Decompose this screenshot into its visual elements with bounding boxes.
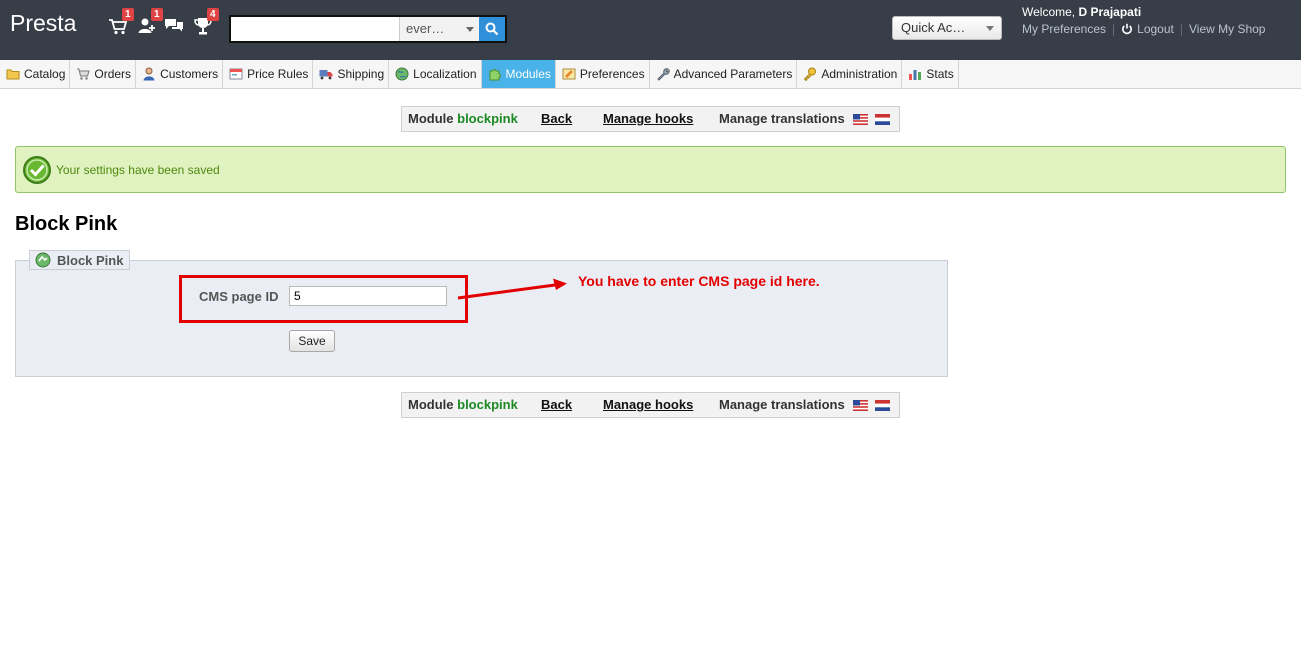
tab-label: Localization bbox=[413, 67, 477, 81]
search-icon bbox=[485, 22, 499, 36]
save-button[interactable]: Save bbox=[289, 330, 335, 352]
user-name: D Prajapati bbox=[1078, 5, 1142, 19]
chevron-down-icon bbox=[466, 27, 474, 32]
person-icon bbox=[143, 67, 155, 81]
page-title: Block Pink bbox=[15, 213, 118, 235]
my-preferences-link[interactable]: My Preferences bbox=[1022, 22, 1106, 36]
module-title: Module blockpink bbox=[408, 107, 518, 131]
messages-notification[interactable] bbox=[164, 16, 186, 38]
legend-label: Block Pink bbox=[57, 252, 124, 268]
search-button[interactable] bbox=[479, 17, 505, 41]
trophy-notification[interactable]: 4 bbox=[193, 8, 219, 38]
main-menu-tabs: Catalog Orders Customers Price Rules Shi… bbox=[0, 60, 1301, 89]
wrench-icon bbox=[656, 68, 670, 81]
trophy-badge: 4 bbox=[207, 8, 219, 21]
settings-icon bbox=[562, 68, 576, 80]
module-toolbar-bottom: Module blockpink Back Manage hooks Manag… bbox=[401, 392, 900, 418]
tab-administration[interactable]: Administration bbox=[797, 60, 903, 88]
logout-link[interactable]: Logout bbox=[1121, 22, 1174, 36]
tab-label: Stats bbox=[926, 67, 954, 81]
module-name: blockpink bbox=[457, 397, 518, 412]
search-bar: ever… bbox=[229, 15, 507, 43]
fieldset-legend: Block Pink bbox=[29, 250, 131, 270]
quick-access-select[interactable]: Quick Ac… bbox=[892, 16, 1002, 40]
divider: | bbox=[1179, 22, 1183, 36]
power-icon bbox=[1122, 23, 1133, 35]
logout-label: Logout bbox=[1137, 22, 1174, 36]
annotation-highlight-box bbox=[179, 275, 468, 323]
manage-translations-label: Manage translations bbox=[719, 111, 845, 126]
key-icon bbox=[804, 67, 817, 81]
puzzle-icon bbox=[489, 69, 501, 81]
tab-label: Administration bbox=[821, 67, 898, 81]
manage-hooks-link[interactable]: Manage hooks bbox=[603, 393, 693, 417]
annotation-text: You have to enter CMS page id here. bbox=[578, 273, 820, 289]
orders-badge: 1 bbox=[122, 8, 134, 21]
cart-icon bbox=[77, 68, 91, 80]
shop-brand[interactable]: Presta bbox=[10, 10, 76, 37]
tab-orders[interactable]: Orders bbox=[70, 60, 137, 88]
customers-badge: 1 bbox=[151, 8, 163, 21]
tab-customers[interactable]: Customers bbox=[136, 60, 224, 88]
welcome-text: Welcome, D Prajapati bbox=[1022, 5, 1141, 19]
price-tag-icon bbox=[229, 68, 243, 80]
tab-label: Price Rules bbox=[247, 67, 309, 81]
tab-shipping[interactable]: Shipping bbox=[313, 60, 390, 88]
checkmark-icon bbox=[23, 156, 51, 184]
view-my-shop-link[interactable]: View My Shop bbox=[1189, 22, 1265, 36]
tab-advanced-parameters[interactable]: Advanced Parameters bbox=[650, 60, 798, 88]
admin-header: Presta 1 1 4 ever… Quick Ac… Welcome, D … bbox=[0, 0, 1301, 60]
success-alert: Your settings have been saved bbox=[15, 146, 1286, 193]
bar-chart-icon bbox=[909, 70, 922, 80]
module-label: Module bbox=[408, 111, 454, 126]
orders-notification[interactable]: 1 bbox=[108, 8, 134, 38]
tab-price-rules[interactable]: Price Rules bbox=[223, 60, 314, 88]
search-scope-value: ever… bbox=[406, 21, 445, 36]
divider: | bbox=[1112, 22, 1116, 36]
quick-access-label: Quick Ac… bbox=[901, 20, 966, 35]
module-name: blockpink bbox=[457, 111, 518, 126]
tab-label: Shipping bbox=[337, 67, 385, 81]
tab-localization[interactable]: Localization bbox=[389, 60, 482, 88]
tab-modules[interactable]: Modules bbox=[481, 60, 556, 88]
welcome-prefix: Welcome, bbox=[1022, 5, 1076, 19]
nl-flag-icon[interactable] bbox=[875, 114, 890, 125]
search-input[interactable] bbox=[231, 17, 399, 41]
success-message: Your settings have been saved bbox=[56, 163, 220, 177]
tab-preferences[interactable]: Preferences bbox=[556, 60, 650, 88]
search-scope-select[interactable]: ever… bbox=[399, 17, 479, 41]
module-label: Module bbox=[408, 397, 454, 412]
module-toolbar-top: Module blockpink Back Manage hooks Manag… bbox=[401, 106, 900, 132]
globe-icon bbox=[395, 67, 409, 81]
chevron-down-icon bbox=[986, 26, 994, 31]
chat-bubbles-icon bbox=[165, 19, 183, 32]
customers-notification[interactable]: 1 bbox=[137, 8, 163, 38]
back-link[interactable]: Back bbox=[541, 107, 572, 131]
module-icon bbox=[35, 252, 51, 268]
truck-icon bbox=[319, 70, 333, 80]
tab-label: Orders bbox=[94, 67, 132, 81]
tab-label: Customers bbox=[160, 67, 219, 81]
manage-translations-label: Manage translations bbox=[719, 397, 845, 412]
tab-label: Advanced Parameters bbox=[673, 67, 793, 81]
tab-label: Preferences bbox=[579, 67, 645, 81]
us-flag-icon[interactable] bbox=[853, 114, 868, 125]
tab-label: Catalog bbox=[24, 67, 66, 81]
folder-icon bbox=[6, 69, 20, 80]
back-link[interactable]: Back bbox=[541, 393, 572, 417]
module-title: Module blockpink bbox=[408, 393, 518, 417]
tab-label: Modules bbox=[505, 67, 551, 81]
user-links: My Preferences | Logout | View My Shop bbox=[1022, 22, 1265, 36]
tab-catalog[interactable]: Catalog bbox=[0, 60, 71, 88]
annotation-arrow-icon bbox=[457, 278, 567, 300]
us-flag-icon[interactable] bbox=[853, 400, 868, 411]
nl-flag-icon[interactable] bbox=[875, 400, 890, 411]
manage-hooks-link[interactable]: Manage hooks bbox=[603, 107, 693, 131]
tab-stats[interactable]: Stats bbox=[902, 60, 959, 88]
